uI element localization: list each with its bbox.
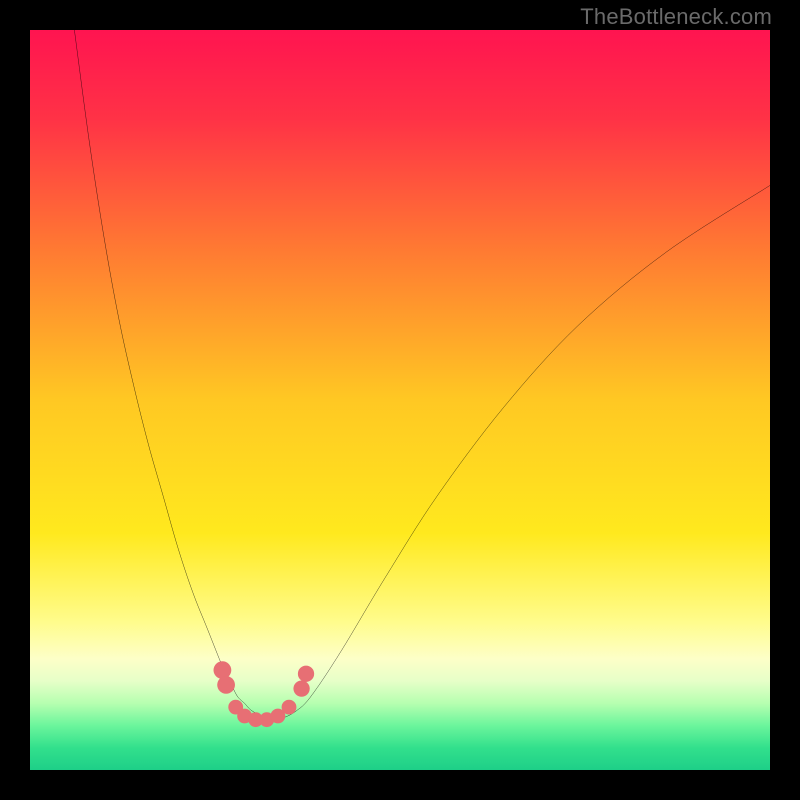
curve-marker bbox=[217, 676, 235, 694]
bottleneck-curve bbox=[74, 30, 770, 719]
curve-layer bbox=[30, 30, 770, 770]
curve-marker bbox=[282, 700, 297, 715]
curve-marker bbox=[293, 680, 309, 696]
watermark-text: TheBottleneck.com bbox=[580, 4, 772, 30]
curve-marker bbox=[298, 666, 314, 682]
plot-area bbox=[30, 30, 770, 770]
chart-frame: TheBottleneck.com bbox=[0, 0, 800, 800]
curve-marker bbox=[214, 661, 232, 679]
curve-markers bbox=[214, 661, 315, 727]
